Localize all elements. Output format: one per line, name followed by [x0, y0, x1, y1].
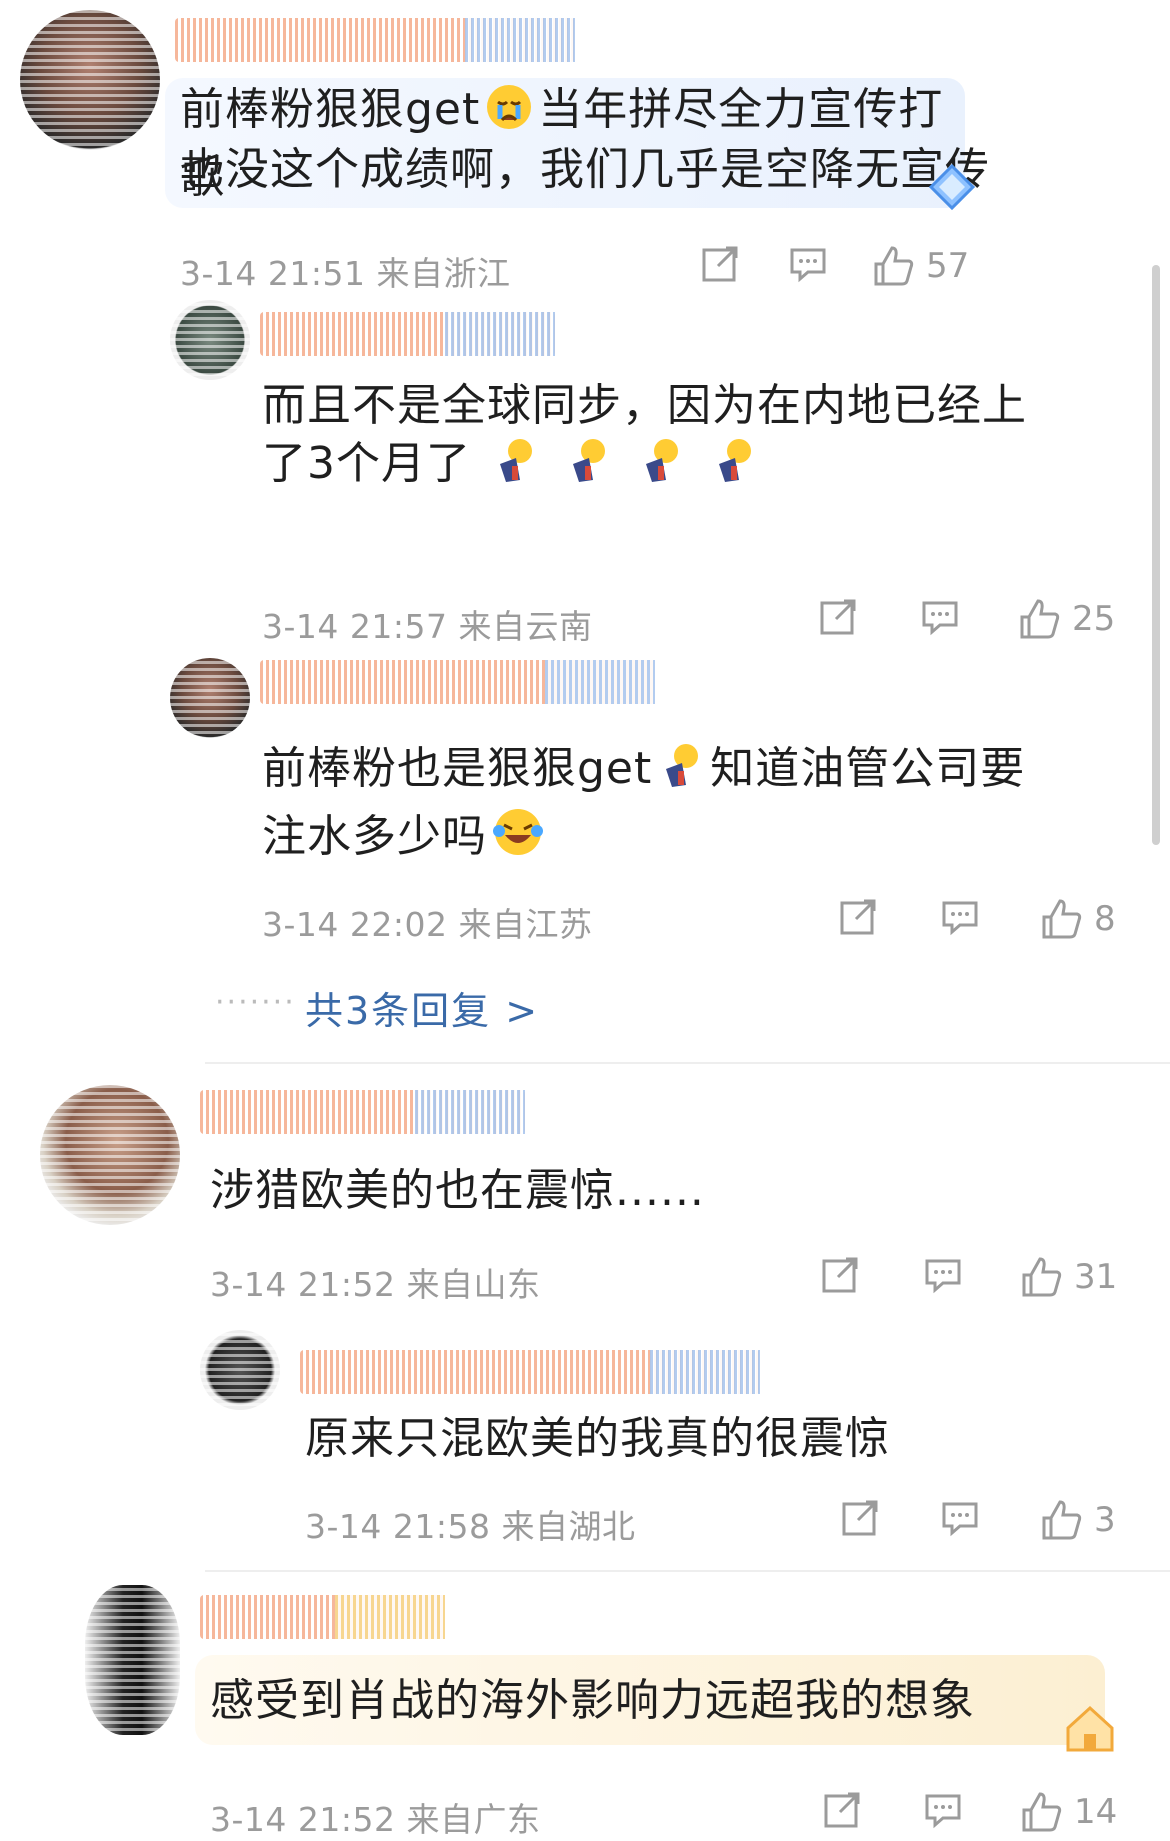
- comment-meta: 3-14 21:52 来自山东: [210, 1265, 541, 1304]
- reply-button[interactable]: [940, 897, 980, 937]
- avatar[interactable]: [200, 1330, 280, 1410]
- crying-emoji-icon: [484, 82, 534, 132]
- scrollbar[interactable]: [1152, 265, 1160, 845]
- more-replies-link[interactable]: 共3条回复 >: [305, 980, 539, 1035]
- reply-button[interactable]: [940, 1498, 980, 1538]
- username-blurred[interactable]: [200, 1595, 445, 1639]
- username-blurred[interactable]: [260, 660, 655, 704]
- like-button[interactable]: 31: [1020, 1255, 1117, 1299]
- reply-thread-dots: ·······: [215, 985, 296, 1020]
- share-button[interactable]: [820, 1255, 860, 1295]
- like-count: 25: [1072, 599, 1116, 639]
- share-button[interactable]: [840, 1498, 880, 1538]
- share-icon: [824, 1792, 860, 1828]
- like-button[interactable]: 8: [1040, 897, 1116, 941]
- reply-button[interactable]: [788, 244, 828, 284]
- username-blurred[interactable]: [175, 18, 575, 62]
- thumbs-up-icon: [874, 246, 914, 286]
- share-icon: [842, 1500, 878, 1536]
- like-count: 31: [1074, 1257, 1118, 1297]
- laughing-crying-emoji-icon: [491, 805, 543, 855]
- reply-text: 原来只混欧美的我真的很震惊: [305, 1413, 890, 1464]
- bowing-emoji-icon: [563, 436, 613, 486]
- share-button[interactable]: [818, 597, 858, 637]
- like-count: 14: [1074, 1792, 1118, 1832]
- reply-text: 注水多少吗: [262, 803, 545, 871]
- reply-button[interactable]: [923, 1255, 963, 1295]
- like-button[interactable]: 25: [1018, 597, 1115, 641]
- thumbs-up-icon: [1020, 599, 1060, 639]
- comment-text: 感受到肖战的海外影响力远超我的想象: [210, 1675, 975, 1726]
- comment-text: 涉猎欧美的也在震惊......: [210, 1165, 705, 1216]
- reply-text-line1a: 前棒粉也是狠狠get: [262, 743, 653, 794]
- comment-meta: 3-14 21:52 来自广东: [210, 1800, 541, 1839]
- comment-text-line2: 也没这个成绩啊，我们几乎是空降无宣传: [180, 144, 990, 195]
- avatar[interactable]: [170, 658, 250, 738]
- bowing-emoji-icon: [490, 436, 540, 486]
- bowing-emoji-icon: [656, 741, 706, 791]
- reply-meta: 3-14 21:58 来自湖北: [305, 1507, 636, 1546]
- house-badge-icon: [1060, 1700, 1120, 1759]
- thumbs-up-icon: [1042, 1500, 1082, 1540]
- comment-icon: [925, 1259, 961, 1294]
- reply-button[interactable]: [923, 1790, 963, 1830]
- avatar[interactable]: [40, 1085, 180, 1225]
- comment-icon: [790, 248, 826, 283]
- comment-icon: [942, 901, 978, 936]
- comment-text-line1: 前棒粉狠狠get: [180, 84, 481, 135]
- share-icon: [840, 899, 876, 935]
- thumbs-up-icon: [1042, 899, 1082, 939]
- divider: [205, 1570, 1170, 1572]
- like-count: 8: [1094, 899, 1116, 939]
- comment-icon: [922, 601, 958, 636]
- reply-text: 了3个月了: [262, 430, 763, 498]
- share-button[interactable]: [822, 1790, 862, 1830]
- avatar[interactable]: [85, 1585, 180, 1735]
- share-icon: [702, 246, 738, 282]
- share-icon: [822, 1257, 858, 1293]
- bowing-emoji-icon: [709, 436, 759, 486]
- like-count: 57: [926, 246, 970, 286]
- reply-text-line2: 了3个月了: [262, 438, 471, 489]
- diamond-badge-icon: [925, 160, 980, 219]
- divider: [205, 1062, 1170, 1064]
- share-button[interactable]: [700, 244, 740, 284]
- avatar[interactable]: [170, 300, 250, 380]
- like-count: 3: [1094, 1500, 1116, 1540]
- like-button[interactable]: 57: [872, 244, 969, 288]
- avatar[interactable]: [20, 10, 160, 150]
- username-blurred[interactable]: [200, 1090, 525, 1134]
- username-blurred[interactable]: [300, 1350, 760, 1394]
- reply-text: 前棒粉也是狠狠get 知道油管公司要: [262, 735, 1025, 803]
- reply-text-line1b: 知道油管公司要: [710, 743, 1026, 794]
- like-button[interactable]: 3: [1040, 1498, 1116, 1542]
- comment-icon: [925, 1794, 961, 1829]
- share-icon: [820, 599, 856, 635]
- share-button[interactable]: [838, 897, 878, 937]
- thumbs-up-icon: [1022, 1792, 1062, 1832]
- like-button[interactable]: 14: [1020, 1790, 1117, 1834]
- reply-text-line2: 注水多少吗: [262, 811, 487, 862]
- reply-meta: 3-14 22:02 来自江苏: [262, 905, 593, 944]
- comment-icon: [942, 1502, 978, 1537]
- comment-meta: 3-14 21:51 来自浙江: [180, 254, 511, 293]
- reply-button[interactable]: [920, 597, 960, 637]
- thumbs-up-icon: [1022, 1257, 1062, 1297]
- reply-meta: 3-14 21:57 来自云南: [262, 607, 593, 646]
- username-blurred[interactable]: [260, 312, 555, 356]
- bowing-emoji-icon: [636, 436, 686, 486]
